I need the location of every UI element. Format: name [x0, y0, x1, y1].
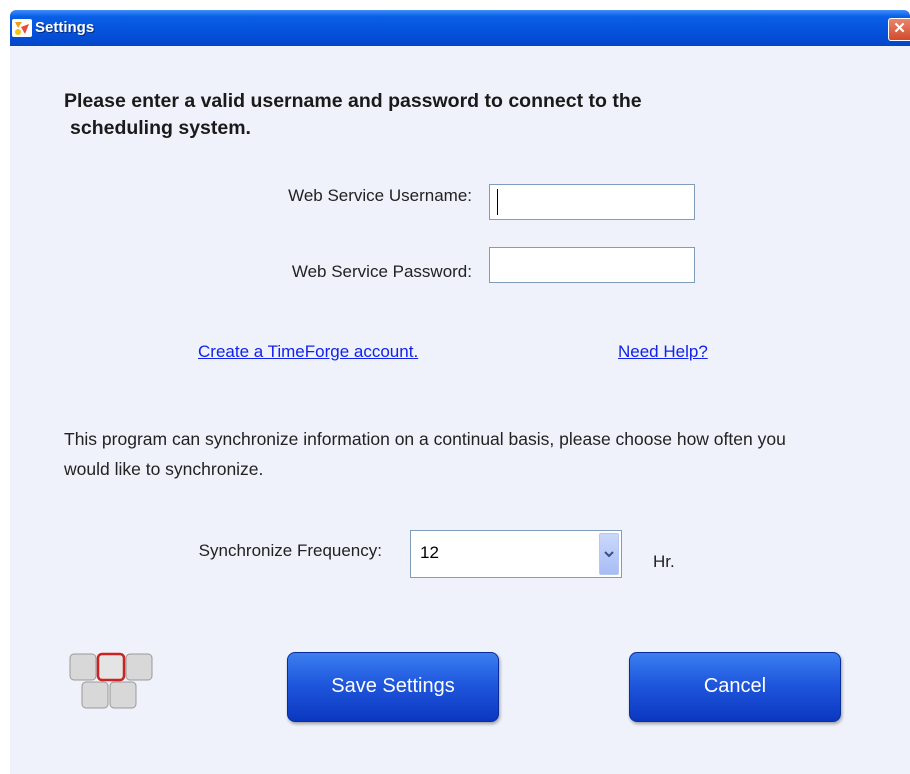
password-label: Web Service Password: — [291, 262, 472, 281]
sync-frequency-label: Synchronize Frequency: — [198, 541, 382, 560]
intro-line-1: Please enter a valid username and passwo… — [64, 90, 642, 112]
sync-frequency-value: 12 — [420, 543, 439, 562]
close-button[interactable]: ✕ — [888, 18, 910, 41]
username-field[interactable] — [489, 184, 695, 220]
sync-unit-label: Hr. — [653, 552, 675, 571]
password-field[interactable] — [489, 247, 695, 283]
app-logo-icon — [12, 19, 32, 37]
intro-line-2: scheduling system. — [70, 117, 251, 139]
chevron-down-icon — [604, 551, 614, 558]
window-title: Settings — [35, 19, 95, 36]
save-settings-button[interactable]: Save Settings — [287, 652, 499, 722]
text-caret — [497, 189, 498, 215]
title-bar: Settings ✕ — [10, 10, 910, 46]
settings-panel: Please enter a valid username and passwo… — [10, 46, 910, 774]
intro-text: Please enter a valid username and passwo… — [64, 88, 844, 142]
cancel-button[interactable]: Cancel — [629, 652, 841, 722]
keyboard-icon — [69, 652, 153, 709]
sync-frequency-select[interactable]: 12 — [410, 530, 622, 578]
sync-description: This program can synchronize information… — [64, 429, 786, 479]
username-label: Web Service Username: — [288, 186, 472, 205]
dropdown-button[interactable] — [599, 533, 619, 575]
create-account-link[interactable]: Create a TimeForge account. — [198, 342, 418, 362]
close-icon: ✕ — [893, 20, 906, 37]
need-help-link[interactable]: Need Help? — [618, 342, 708, 362]
